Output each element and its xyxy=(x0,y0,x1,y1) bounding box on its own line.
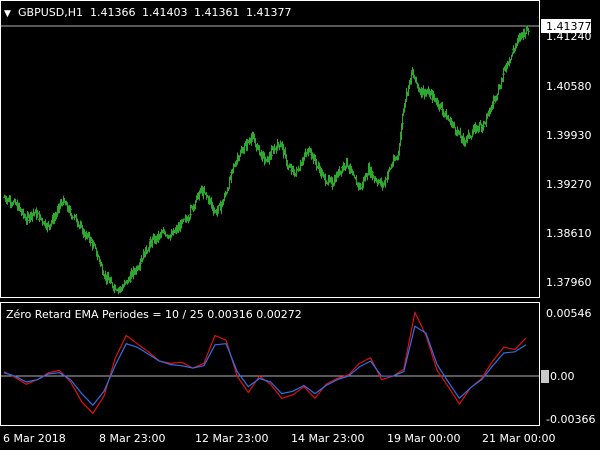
ohlc-high: 1.41403 xyxy=(142,6,188,19)
price-level: 1.39270 xyxy=(546,178,592,191)
price-bars xyxy=(3,25,530,295)
time-axis[interactable]: 6 Mar 2018 8 Mar 23:00 12 Mar 23:00 14 M… xyxy=(3,432,555,445)
main-chart-frame xyxy=(0,0,540,298)
price-level: 1.40580 xyxy=(546,80,592,93)
time-label: 12 Mar 23:00 xyxy=(195,432,268,445)
time-label: 19 Mar 00:00 xyxy=(387,432,460,445)
ohlc-close: 1.41377 xyxy=(246,6,292,19)
time-label: 8 Mar 23:00 xyxy=(99,432,165,445)
zero-lag-fast-line xyxy=(3,311,527,414)
time-label: 21 Mar 00:00 xyxy=(482,432,555,445)
price-axis[interactable]: 1.41240 1.40580 1.39930 1.39270 1.38610 … xyxy=(541,19,592,289)
ohlc-open: 1.41366 xyxy=(90,6,136,19)
time-label: 14 Mar 23:00 xyxy=(291,432,364,445)
current-price-tag-text: 1.41377 xyxy=(546,20,592,33)
indicator-zero-tag xyxy=(541,370,549,383)
chart-canvas[interactable]: ▼ GBPUSD,H1 1.41366 1.41403 1.41361 1.41… xyxy=(0,0,600,450)
price-level: 1.39930 xyxy=(546,129,592,142)
chart-window[interactable]: ▼ GBPUSD,H1 1.41366 1.41403 1.41361 1.41… xyxy=(0,0,600,450)
price-level: 1.38610 xyxy=(546,227,592,240)
zero-lag-slow-line xyxy=(3,325,527,406)
symbol-arrow-icon: ▼ xyxy=(4,9,11,19)
indicator-title: Zéro Retard EMA Periodes = 10 / 25 0.003… xyxy=(6,308,302,321)
symbol-label: GBPUSD,H1 xyxy=(18,6,83,19)
time-label: 6 Mar 2018 xyxy=(3,432,66,445)
indicator-level: 0.00546 xyxy=(546,307,592,320)
ohlc-low: 1.41361 xyxy=(194,6,240,19)
indicator-level: -0.00366 xyxy=(546,413,595,426)
indicator-lines xyxy=(3,311,527,414)
indicator-level: 0.00 xyxy=(550,370,575,383)
price-level: 1.37960 xyxy=(546,276,592,289)
indicator-axis[interactable]: 0.00546 0.00 -0.00366 xyxy=(541,307,595,426)
